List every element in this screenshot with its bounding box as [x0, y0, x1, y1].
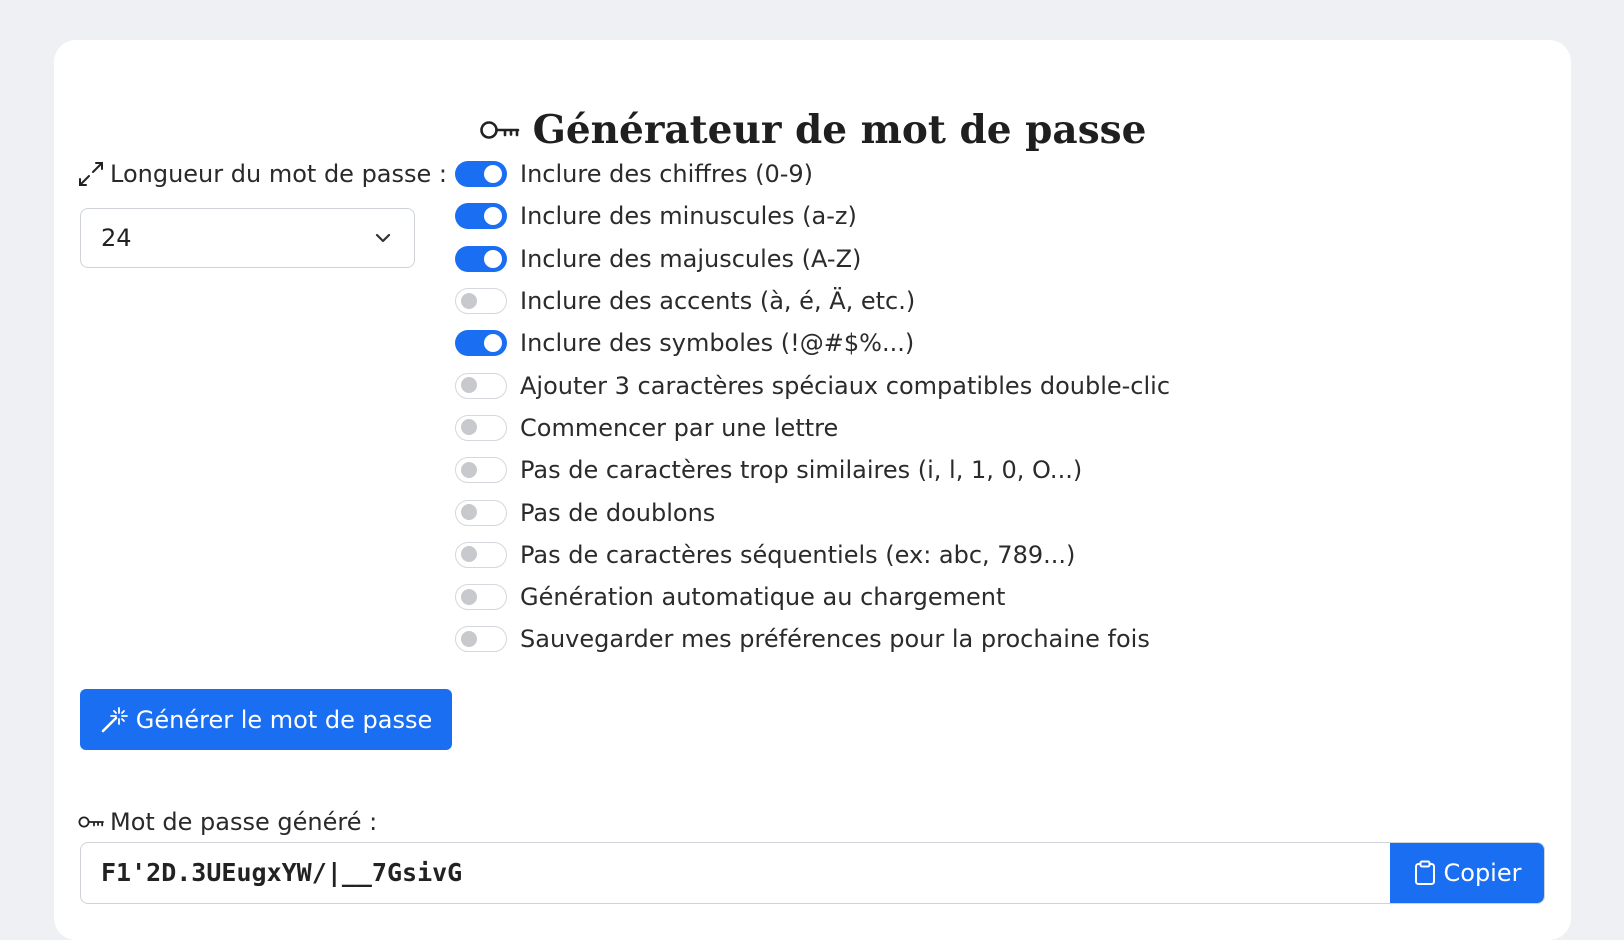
generate-button-label: Générer le mot de passe — [135, 705, 433, 734]
toggle-knob — [461, 546, 477, 563]
option-row[interactable]: Pas de caractères séquentiels (ex: abc, … — [455, 534, 1170, 576]
toggle-knob — [484, 165, 502, 184]
arrows-expand-icon — [78, 161, 104, 187]
option-toggle[interactable] — [455, 288, 507, 315]
option-row[interactable]: Inclure des symboles (!@#$%...) — [455, 322, 1170, 364]
option-row[interactable]: Pas de doublons — [455, 491, 1170, 533]
option-label: Pas de doublons — [520, 498, 716, 527]
chevron-down-icon — [374, 229, 392, 247]
password-output-value[interactable]: F1'2D.3UEugxYW/|__7GsivG — [101, 843, 462, 902]
option-label: Pas de caractères trop similaires (i, l,… — [520, 456, 1083, 485]
option-row[interactable]: Génération automatique au chargement — [455, 576, 1170, 618]
toggle-knob — [484, 334, 502, 353]
option-label: Sauvegarder mes préférences pour la proc… — [520, 625, 1150, 654]
option-toggle[interactable] — [455, 330, 507, 357]
toggle-knob — [461, 419, 477, 436]
option-row[interactable]: Ajouter 3 caractères spéciaux compatible… — [455, 364, 1170, 406]
option-label: Inclure des chiffres (0-9) — [520, 160, 814, 189]
toggle-knob — [461, 630, 477, 647]
option-label: Inclure des symboles (!@#$%...) — [520, 329, 915, 358]
option-toggle[interactable] — [455, 372, 507, 399]
option-label: Inclure des majuscules (A-Z) — [520, 244, 862, 273]
option-label: Ajouter 3 caractères spéciaux compatible… — [520, 371, 1171, 400]
length-label-text: Longueur du mot de passe : — [110, 160, 447, 188]
toggle-knob — [461, 504, 477, 521]
password-output-field[interactable]: F1'2D.3UEugxYW/|__7GsivG Copier — [80, 842, 1545, 904]
toggle-knob — [461, 461, 477, 478]
magic-wand-icon — [100, 706, 128, 734]
option-toggle[interactable] — [455, 626, 507, 653]
copy-button-label: Copier — [1443, 859, 1522, 887]
copy-button[interactable]: Copier — [1390, 843, 1544, 903]
option-toggle[interactable] — [455, 245, 507, 272]
option-row[interactable]: Inclure des majuscules (A-Z) — [455, 238, 1170, 280]
option-row[interactable]: Pas de caractères trop similaires (i, l,… — [455, 449, 1170, 491]
option-toggle[interactable] — [455, 541, 507, 568]
toggle-knob — [484, 249, 502, 268]
toggle-knob — [461, 292, 477, 309]
option-label: Pas de caractères séquentiels (ex: abc, … — [520, 540, 1076, 569]
toggle-knob — [461, 588, 477, 605]
option-row[interactable]: Inclure des accents (à, é, Ä, etc.) — [455, 280, 1170, 322]
toggle-knob — [484, 207, 502, 226]
length-label: Longueur du mot de passe : — [78, 156, 447, 192]
option-toggle[interactable] — [455, 161, 507, 188]
option-label: Commencer par une lettre — [520, 413, 839, 442]
page-title: Générateur de mot de passe — [54, 100, 1571, 160]
option-label: Génération automatique au chargement — [520, 583, 1006, 612]
option-row[interactable]: Inclure des minuscules (a-z) — [455, 195, 1170, 237]
option-toggle[interactable] — [455, 584, 507, 611]
toggle-knob — [461, 377, 477, 394]
length-select-value: 24 — [101, 224, 132, 252]
option-toggle[interactable] — [455, 457, 507, 484]
key-icon — [479, 118, 521, 142]
output-label: Mot de passe généré : — [78, 804, 377, 840]
clipboard-icon — [1414, 860, 1436, 886]
option-toggle[interactable] — [455, 203, 507, 230]
option-toggle[interactable] — [455, 499, 507, 526]
options-list: Inclure des chiffres (0-9) Inclure des mi… — [455, 153, 1170, 661]
generate-button[interactable]: Générer le mot de passe — [80, 689, 452, 750]
option-label: Inclure des accents (à, é, Ä, etc.) — [520, 287, 916, 316]
option-row[interactable]: Commencer par une lettre — [455, 407, 1170, 449]
option-label: Inclure des minuscules (a-z) — [520, 202, 857, 231]
option-row[interactable]: Sauvegarder mes préférences pour la proc… — [455, 618, 1170, 660]
option-toggle[interactable] — [455, 414, 507, 441]
output-label-text: Mot de passe généré : — [110, 808, 378, 836]
key-icon — [78, 814, 104, 830]
page-title-text: Générateur de mot de passe — [532, 107, 1147, 153]
option-row[interactable]: Inclure des chiffres (0-9) — [455, 153, 1170, 195]
length-select[interactable]: 24 — [80, 208, 415, 268]
